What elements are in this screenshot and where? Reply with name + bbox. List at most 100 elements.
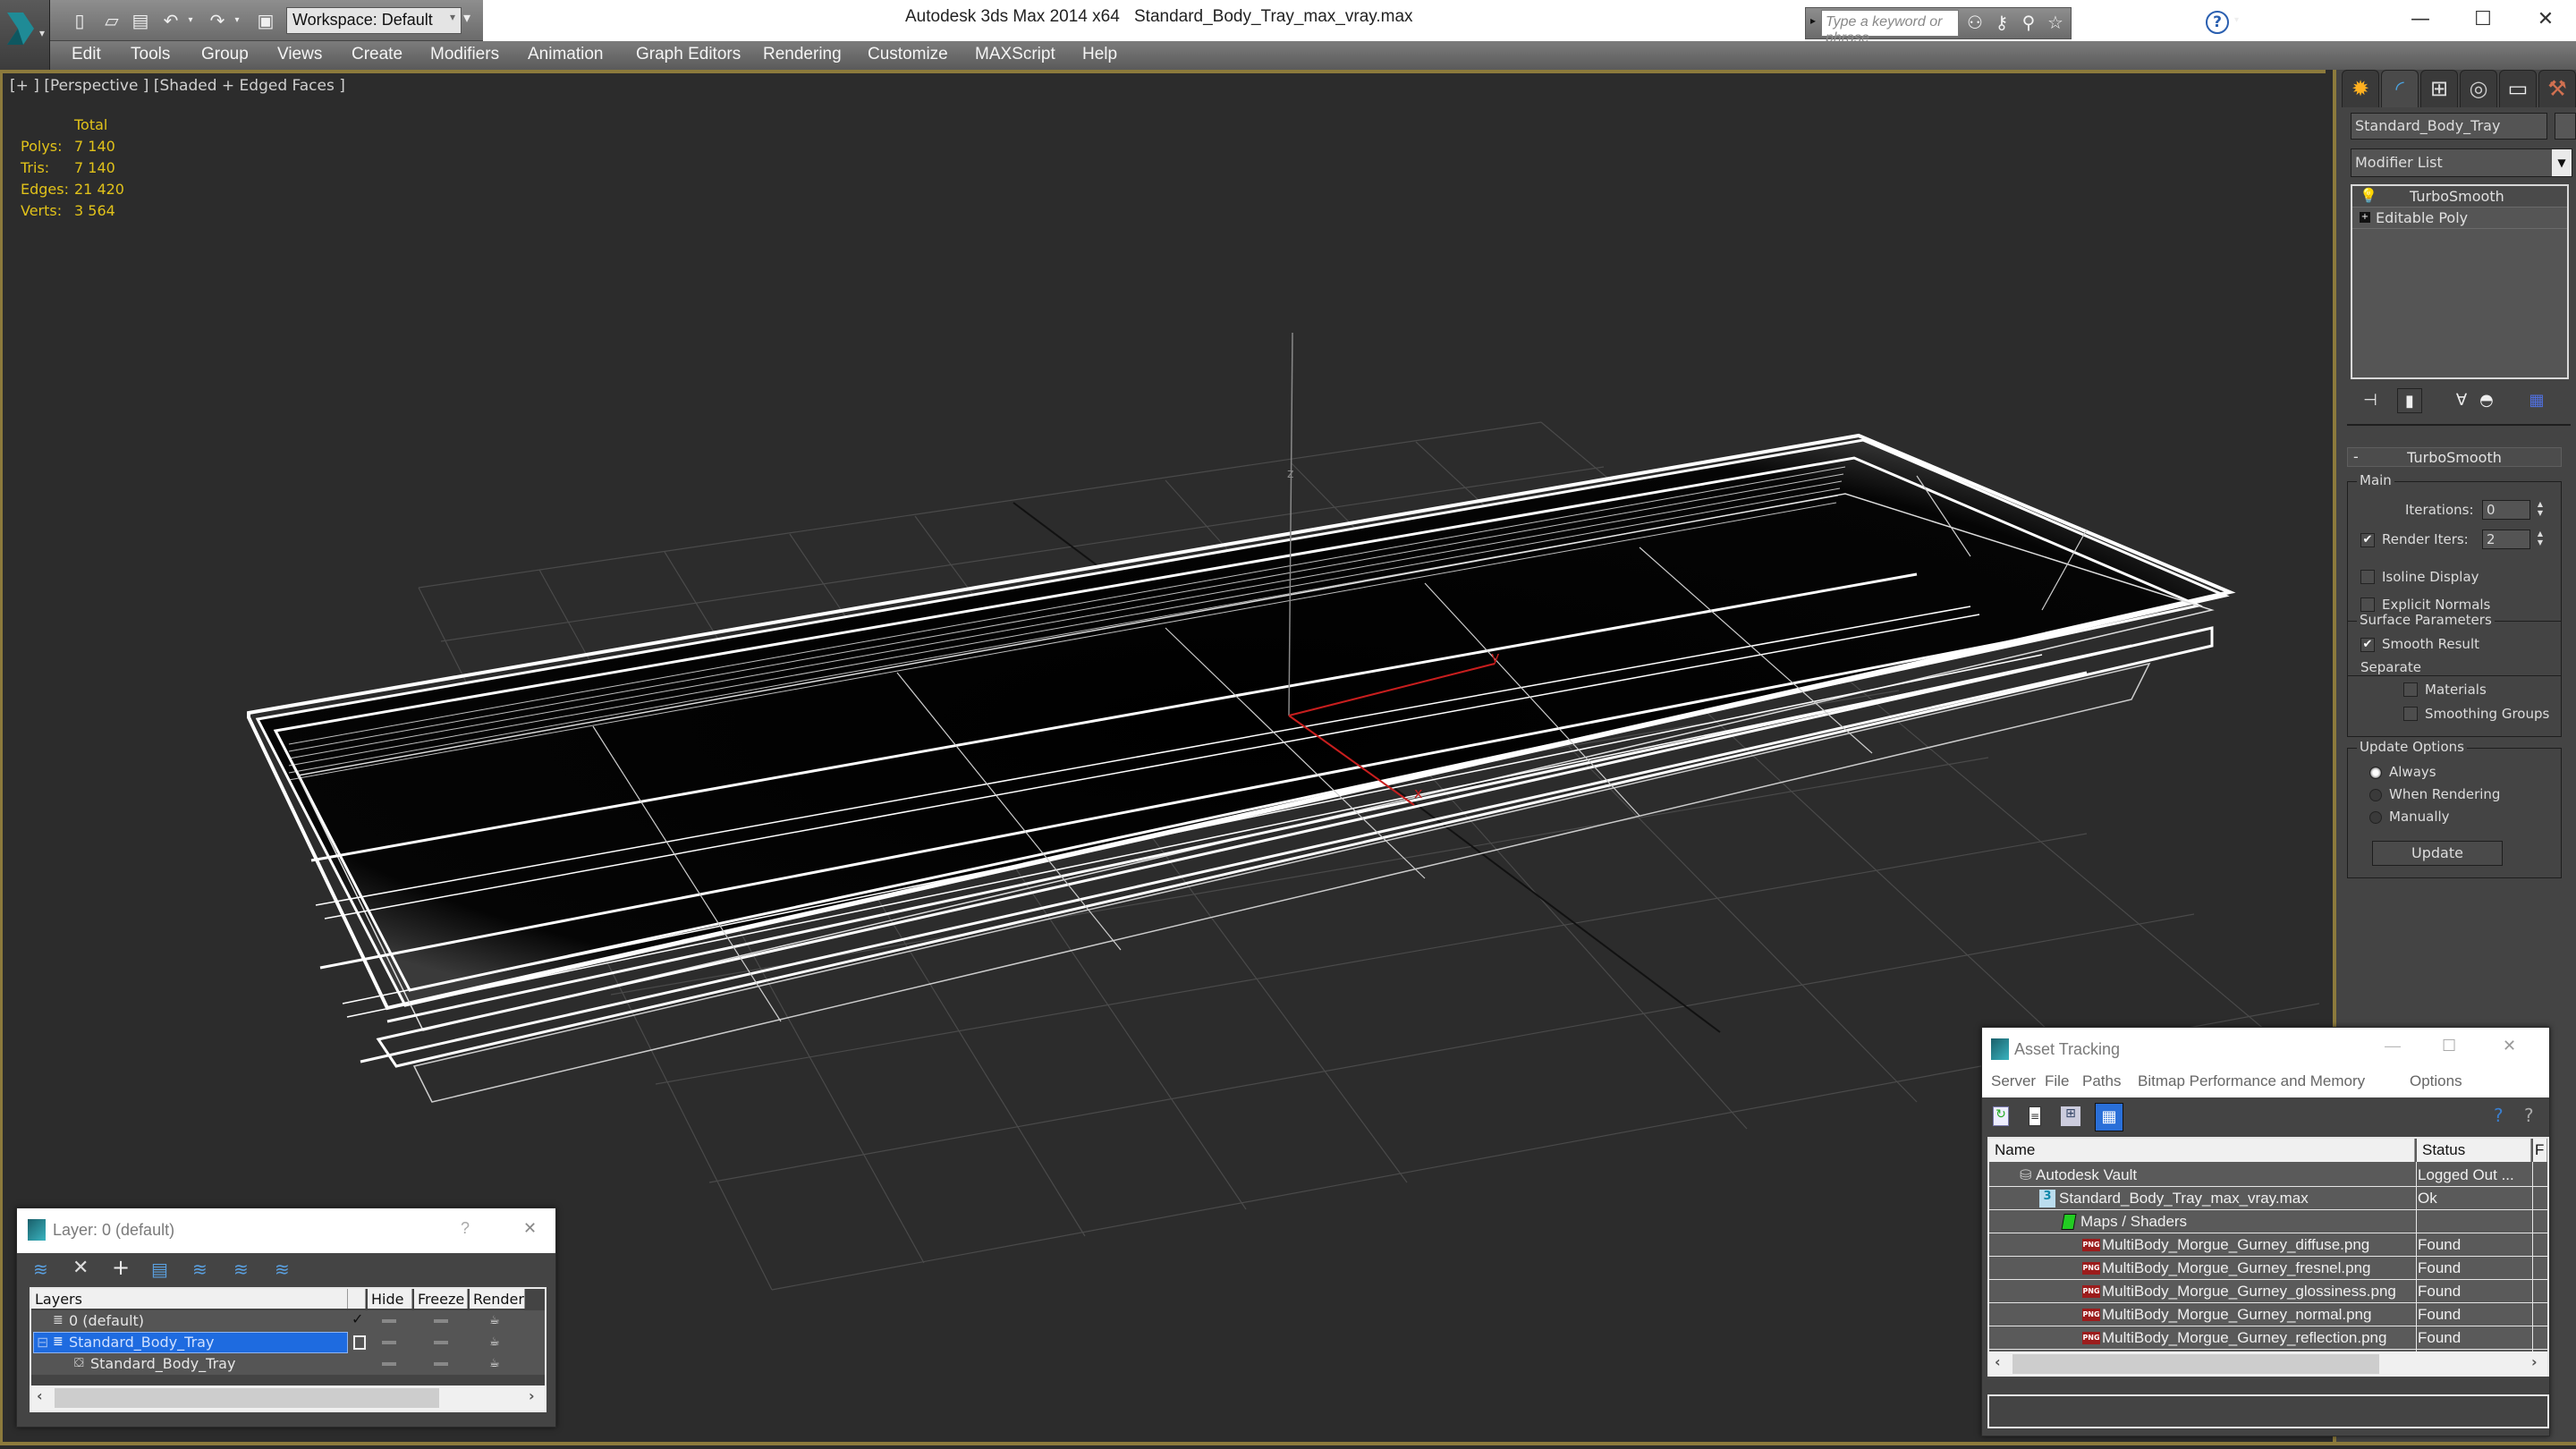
- viewport-label-menu[interactable]: [+ ] [Perspective ] [Shaded + Edged Face…: [10, 77, 345, 95]
- render-iters-spinner-arrows[interactable]: ▲ ▼: [2534, 530, 2546, 549]
- column-header-current[interactable]: [348, 1289, 366, 1309]
- lightbulb-icon[interactable]: 💡: [2360, 187, 2377, 204]
- maximize-button[interactable]: ☐: [2465, 4, 2501, 36]
- modifier-list-dropdown[interactable]: Modifier List ▼: [2351, 148, 2572, 177]
- delete-layer-icon[interactable]: ✕: [72, 1257, 89, 1279]
- smooth-result-checkbox[interactable]: ✔: [2360, 638, 2375, 652]
- layer-row[interactable]: ⊟ ≣ Standard_Body_Tray ☕: [31, 1332, 545, 1353]
- menu-tools[interactable]: Tools: [131, 45, 170, 64]
- layer-row[interactable]: ⛋ Standard_Body_Tray ☕: [31, 1353, 545, 1375]
- column-header-freeze[interactable]: Freeze: [414, 1289, 468, 1309]
- scroll-left-icon[interactable]: ‹: [37, 1387, 43, 1404]
- hide-unhide-layers-icon[interactable]: ≋: [233, 1258, 249, 1280]
- table-view-icon[interactable]: ▦: [2095, 1103, 2123, 1131]
- layer-dialog-titlebar[interactable]: Layer: 0 (default) ? ✕: [17, 1208, 555, 1253]
- iterations-spinner-arrows[interactable]: ▲ ▼: [2534, 500, 2546, 520]
- application-menu-button[interactable]: ▾: [0, 0, 50, 70]
- update-manually-radio[interactable]: [2369, 811, 2382, 824]
- tree-view-icon[interactable]: ⊞: [2061, 1106, 2080, 1126]
- asset-row[interactable]: PNG MultiBody_Morgue_Gurney_glossiness.p…: [1989, 1280, 2547, 1303]
- binoculars-icon[interactable]: ⚇: [1964, 11, 1986, 34]
- freeze-toggle[interactable]: [434, 1319, 448, 1323]
- search-input[interactable]: Type a keyword or phrase: [1821, 10, 1959, 46]
- create-layer-icon[interactable]: ≋: [33, 1258, 48, 1280]
- render-teapot-icon[interactable]: ☕: [489, 1357, 505, 1370]
- isoline-display-checkbox[interactable]: [2360, 570, 2375, 584]
- make-unique-icon[interactable]: ∀: [2449, 388, 2474, 413]
- create-tab[interactable]: ✹: [2342, 70, 2379, 107]
- materials-checkbox[interactable]: [2403, 682, 2418, 697]
- expand-plus-icon[interactable]: +: [2360, 212, 2370, 223]
- undo-history-caret-icon[interactable]: ▾: [179, 9, 202, 32]
- menu-maxscript[interactable]: MAXScript: [975, 45, 1055, 64]
- star-icon[interactable]: ☆: [2045, 11, 2066, 34]
- asset-row[interactable]: 3 Standard_Body_Tray_max_vray.max Ok: [1989, 1187, 2547, 1210]
- horizontal-scrollbar[interactable]: ‹ ›: [31, 1385, 545, 1411]
- layer-properties-icon[interactable]: ≋: [275, 1258, 290, 1280]
- hierarchy-tab[interactable]: ⊞: [2420, 70, 2458, 107]
- render-iters-spinner-field[interactable]: 2: [2482, 530, 2530, 549]
- render-iters-checkbox[interactable]: ✔: [2360, 533, 2375, 547]
- project-folder-icon[interactable]: ▣: [254, 9, 277, 32]
- asset-row[interactable]: ⛁ Autodesk Vault Logged Out ...: [1989, 1164, 2547, 1187]
- context-help-icon[interactable]: ?: [2524, 1105, 2534, 1126]
- vault-help-icon[interactable]: ?: [2494, 1105, 2504, 1126]
- configure-sets-icon[interactable]: ▦: [2524, 388, 2549, 413]
- hide-toggle[interactable]: [382, 1362, 396, 1366]
- menu-customize[interactable]: Customize: [868, 45, 948, 64]
- asset-row[interactable]: PNG MultiBody_Morgue_Gurney_fresnel.png …: [1989, 1257, 2547, 1280]
- menu-bitmap-performance[interactable]: Bitmap Performance and Memory: [2138, 1072, 2365, 1090]
- collapse-icon[interactable]: ⊟: [37, 1334, 48, 1351]
- asset-row[interactable]: Maps / Shaders: [1989, 1210, 2547, 1233]
- highlight-selected-layer-icon[interactable]: ≋: [192, 1258, 208, 1280]
- update-when-rendering-radio[interactable]: [2369, 789, 2382, 801]
- layer-row[interactable]: ≣ 0 (default) ✓ ☕: [31, 1310, 545, 1332]
- scroll-left-icon[interactable]: ‹: [1995, 1353, 2001, 1370]
- motion-tab[interactable]: ◎: [2460, 70, 2497, 107]
- asset-tracking-titlebar[interactable]: Asset Tracking — ☐ ✕ Server File Paths B…: [1982, 1028, 2549, 1097]
- key-icon[interactable]: ⚷: [1991, 11, 2012, 34]
- object-color-swatch[interactable]: [2555, 113, 2576, 140]
- hide-toggle[interactable]: [382, 1319, 396, 1323]
- stack-item-turbosmooth[interactable]: 💡 TurboSmooth: [2352, 186, 2567, 208]
- menu-options[interactable]: Options: [2410, 1072, 2462, 1090]
- freeze-toggle[interactable]: [434, 1362, 448, 1366]
- hide-toggle[interactable]: [382, 1341, 396, 1344]
- explicit-normals-checkbox[interactable]: [2360, 597, 2375, 612]
- column-header-render[interactable]: Render: [470, 1289, 525, 1309]
- menu-edit[interactable]: Edit: [72, 45, 101, 64]
- horizontal-scrollbar[interactable]: ‹ ›: [1989, 1352, 2547, 1377]
- scrollbar-thumb[interactable]: [55, 1388, 439, 1408]
- menu-help[interactable]: Help: [1082, 45, 1117, 64]
- menu-graph-editors[interactable]: Graph Editors: [636, 45, 741, 64]
- menu-group[interactable]: Group: [201, 45, 249, 64]
- add-to-layer-icon[interactable]: +: [112, 1255, 130, 1280]
- expand-arrow-icon[interactable]: ▸: [1810, 14, 1816, 27]
- scroll-right-icon[interactable]: ›: [2531, 1353, 2538, 1370]
- workspace-dropdown[interactable]: Workspace: Default ▾: [286, 7, 462, 34]
- pin-stack-icon[interactable]: ⊣: [2358, 388, 2383, 413]
- maximize-button[interactable]: ☐: [2442, 1037, 2456, 1055]
- save-icon[interactable]: ▤: [129, 9, 152, 32]
- column-header-name[interactable]: Name: [1989, 1139, 2415, 1162]
- stack-item-editable-poly[interactable]: + Editable Poly: [2352, 208, 2567, 229]
- close-button[interactable]: ✕: [2528, 4, 2563, 36]
- select-objects-in-layer-icon[interactable]: ▤: [151, 1258, 168, 1280]
- column-header-f[interactable]: F: [2533, 1139, 2547, 1162]
- object-name-field[interactable]: Standard_Body_Tray: [2351, 113, 2547, 140]
- update-always-radio[interactable]: [2369, 767, 2382, 779]
- render-teapot-icon[interactable]: ☕: [489, 1335, 505, 1349]
- scroll-right-icon[interactable]: ›: [529, 1387, 535, 1404]
- open-file-icon[interactable]: ▱: [100, 9, 123, 32]
- menu-file[interactable]: File: [2045, 1072, 2069, 1090]
- satellite-icon[interactable]: ⚲: [2018, 11, 2039, 34]
- iterations-spinner-field[interactable]: 0: [2482, 500, 2530, 520]
- close-button[interactable]: ✕: [523, 1219, 537, 1238]
- utilities-tab[interactable]: ⚒: [2538, 70, 2576, 107]
- column-header-status[interactable]: Status: [2417, 1139, 2531, 1162]
- modify-tab[interactable]: ◜: [2381, 70, 2419, 107]
- menu-modifiers[interactable]: Modifiers: [430, 45, 499, 64]
- asset-row[interactable]: PNG MultiBody_Morgue_Gurney_diffuse.png …: [1989, 1233, 2547, 1257]
- column-header-hide[interactable]: Hide: [368, 1289, 412, 1309]
- remove-modifier-icon[interactable]: ◓: [2474, 388, 2499, 413]
